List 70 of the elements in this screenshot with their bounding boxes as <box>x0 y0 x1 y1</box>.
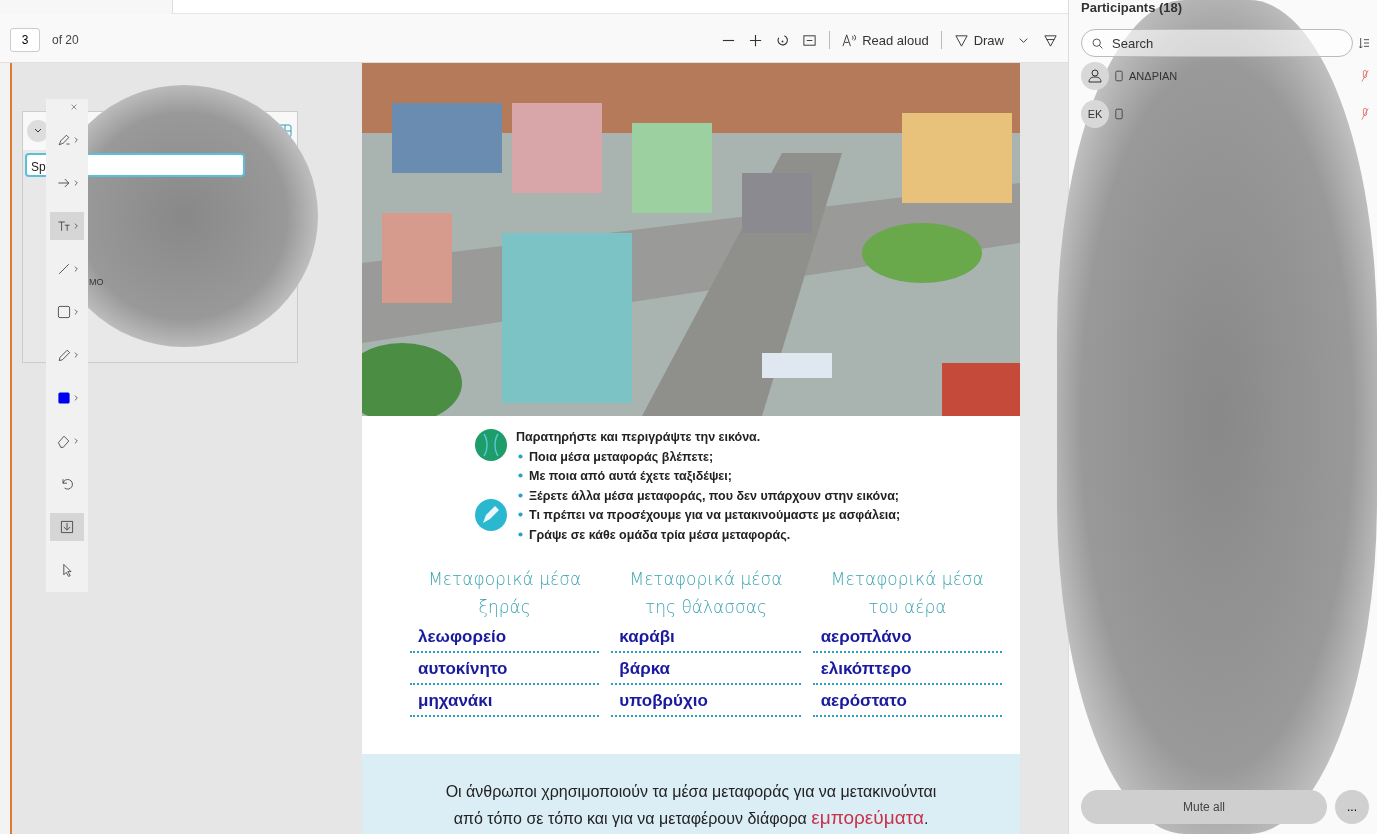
page-count: of 20 <box>52 33 79 47</box>
person-icon <box>1081 62 1109 90</box>
globe-icon <box>474 428 508 462</box>
question-bullet: Με ποια από αυτά έχετε ταξιδέψει; <box>516 467 901 487</box>
save-tool[interactable] <box>50 513 84 541</box>
save-icon <box>59 519 75 535</box>
highlight-icon[interactable] <box>1043 32 1058 48</box>
answer-line: αεροπλάνο <box>812 623 1002 653</box>
fit-page-icon[interactable] <box>802 32 818 48</box>
answer-line: καράβι <box>611 623 801 653</box>
summary-text: Οι άνθρωποι χρησιμοποιούν τα μέσα μεταφοράς για να μετακινούνται <box>445 782 937 802</box>
panel-title: Participants (18) <box>1081 1 1184 15</box>
text-icon <box>55 218 72 234</box>
chevron-right-icon <box>73 351 79 359</box>
participant-name: ΜΟ <box>89 277 104 287</box>
chevron-right-icon <box>73 265 79 273</box>
chevron-right-icon <box>73 222 79 230</box>
column-heading: ξηράς <box>478 596 531 619</box>
avatar: EK <box>1081 100 1109 128</box>
undo-icon <box>59 476 75 492</box>
zoom-in-icon[interactable] <box>748 32 764 48</box>
answer-line: υποβρύχιο <box>611 687 801 717</box>
answer-line: λεωφορείο <box>410 623 600 653</box>
search-icon <box>1091 37 1104 50</box>
bullet-icon <box>518 453 523 459</box>
chevron-right-icon <box>73 308 79 316</box>
task-prompt: Παρατηρήστε και περιγράψτε την εικόνα. <box>516 429 762 446</box>
draw-button[interactable]: Draw <box>953 32 1004 48</box>
bullet-icon <box>518 512 523 518</box>
chevron-right-icon <box>73 437 79 445</box>
answer-line: μηχανάκι <box>410 687 600 717</box>
color-icon <box>55 390 72 406</box>
chevron-right-icon <box>73 179 79 187</box>
rotate-icon[interactable] <box>775 32 791 48</box>
phone-icon <box>1115 108 1123 120</box>
pencil-icon <box>474 498 508 532</box>
phone-icon <box>1115 70 1123 82</box>
column-heading: της θάλασσας <box>645 596 767 619</box>
text-tool[interactable] <box>50 212 84 240</box>
draw-icon <box>953 32 969 48</box>
read-aloud-icon <box>842 32 858 48</box>
question-bullet: Ξέρετε άλλα μέσα μεταφοράς, που δεν υπάρχουν στην εικόνα; <box>516 486 901 506</box>
answer-line: βάρκα <box>611 655 801 685</box>
close-icon[interactable] <box>70 103 78 111</box>
question-bullet: Τι πρέπει να προσέχουμε για να μετακινούμαστε με ασφάλεια; <box>516 506 901 526</box>
participant-name: ΑΝΔΡΙΑΝ <box>1129 70 1178 82</box>
bullet-icon <box>518 531 523 537</box>
chevron-right-icon <box>73 136 79 144</box>
summary-text: από τόπο σε τόπο και για να μεταφέρουν διάφορα εμπορεύματα. <box>453 806 929 830</box>
mute-all-button[interactable]: Mute all <box>1081 790 1327 824</box>
question-bullet: Γράψε σε κάθε ομάδα τρία μέσα μεταφοράς. <box>516 525 901 545</box>
question-bullet: Ποια μέσα μεταφοράς βλέπετε; <box>516 447 901 467</box>
column-heading: Μεταφορικά μέσα <box>629 568 783 591</box>
more-button[interactable]: ... <box>1335 790 1369 824</box>
answer-line: ελικόπτερο <box>812 655 1002 685</box>
bullet-icon <box>518 473 523 479</box>
column-heading: Μεταφορικά μέσα <box>428 568 582 591</box>
eraser-icon <box>55 433 72 449</box>
column-heading: του αέρα <box>868 596 947 619</box>
sort-icon[interactable] <box>1359 36 1369 50</box>
chevron-right-icon <box>73 394 79 402</box>
read-aloud-button[interactable]: Read aloud <box>842 32 929 48</box>
answer-line: αερόστατο <box>812 687 1002 717</box>
answer-line: αυτοκίνητο <box>410 655 600 685</box>
search-field[interactable]: Search <box>1081 29 1353 57</box>
column-heading: Μεταφορικά μέσα <box>830 568 984 591</box>
pen-icon <box>55 132 72 148</box>
bullet-icon <box>518 492 523 498</box>
rectangle-icon <box>55 304 72 320</box>
page-number-field[interactable]: 3 <box>10 28 40 52</box>
